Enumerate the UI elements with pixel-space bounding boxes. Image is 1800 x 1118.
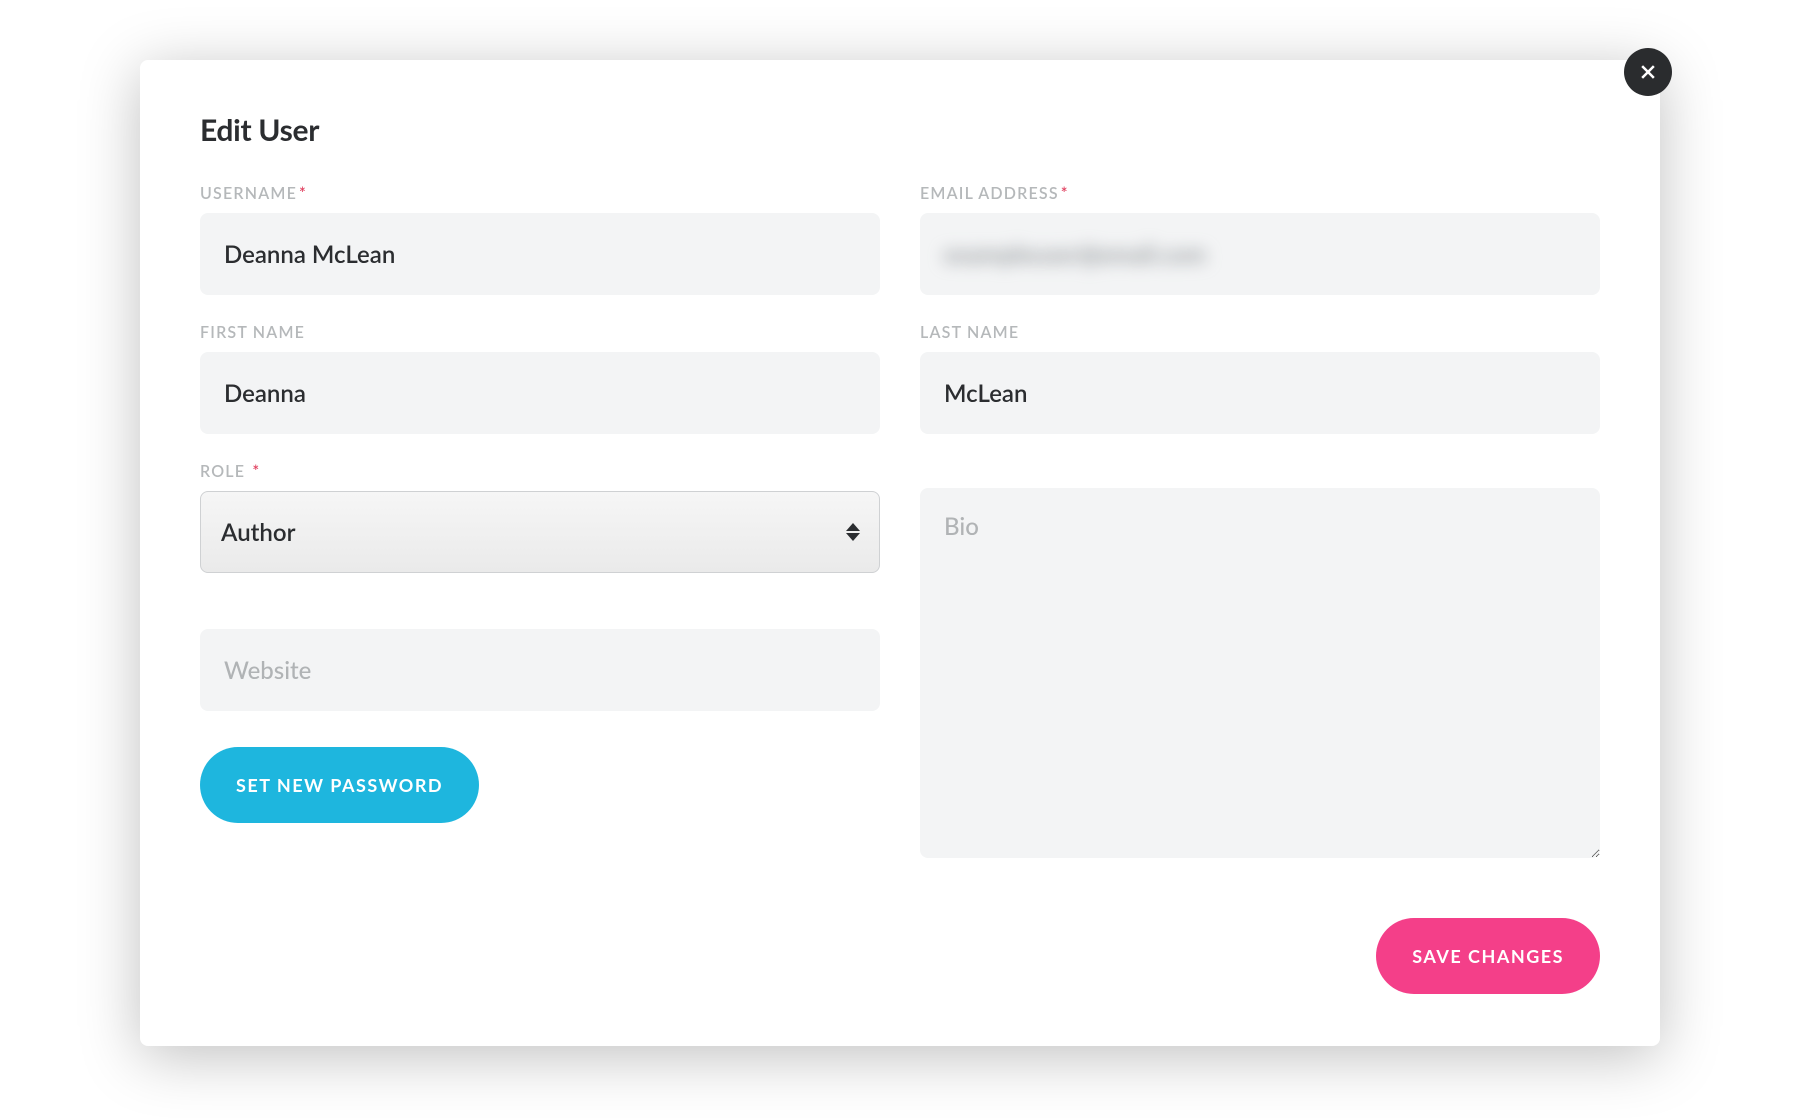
bio-group: [920, 462, 1600, 862]
password-row: SET NEW PASSWORD: [200, 747, 880, 823]
website-input[interactable]: [200, 629, 880, 711]
first-name-label: FIRST NAME: [200, 323, 880, 342]
website-group: [200, 629, 880, 711]
username-group: USERNAME*: [200, 184, 880, 295]
save-changes-button[interactable]: SAVE CHANGES: [1376, 918, 1600, 994]
label-text: USERNAME: [200, 184, 297, 203]
role-select[interactable]: Author: [200, 491, 880, 573]
email-label: EMAIL ADDRESS*: [920, 184, 1600, 203]
label-text: EMAIL ADDRESS: [920, 184, 1059, 203]
username-label: USERNAME*: [200, 184, 880, 203]
role-label: ROLE *: [200, 462, 880, 481]
set-password-button[interactable]: SET NEW PASSWORD: [200, 747, 479, 823]
label-text: ROLE: [200, 462, 245, 481]
required-marker: *: [252, 462, 260, 481]
required-marker: *: [1061, 184, 1069, 203]
form-left-column: USERNAME* FIRST NAME ROLE * Author: [200, 184, 880, 890]
last-name-label: LAST NAME: [920, 323, 1600, 342]
first-name-input[interactable]: [200, 352, 880, 434]
first-name-group: FIRST NAME: [200, 323, 880, 434]
username-input[interactable]: [200, 213, 880, 295]
required-marker: *: [299, 184, 307, 203]
bio-textarea[interactable]: [920, 488, 1600, 858]
modal-panel: Edit User USERNAME* FIRST NAME ROLE *: [140, 60, 1660, 1046]
email-input[interactable]: exampleuser@email.com: [920, 213, 1600, 295]
email-group: EMAIL ADDRESS* exampleuser@email.com: [920, 184, 1600, 295]
close-icon: [1638, 62, 1658, 82]
modal-title: Edit User: [200, 112, 1600, 148]
role-group: ROLE * Author: [200, 462, 880, 573]
last-name-group: LAST NAME: [920, 323, 1600, 434]
modal-footer: SAVE CHANGES: [200, 918, 1600, 994]
form-right-column: EMAIL ADDRESS* exampleuser@email.com LAS…: [920, 184, 1600, 890]
role-select-wrap: Author: [200, 491, 880, 573]
form-grid: USERNAME* FIRST NAME ROLE * Author: [200, 184, 1600, 890]
email-blurred-value: exampleuser@email.com: [944, 240, 1206, 269]
close-button[interactable]: [1624, 48, 1672, 96]
bio-label-spacer: [920, 462, 1600, 488]
last-name-input[interactable]: [920, 352, 1600, 434]
edit-user-modal: Edit User USERNAME* FIRST NAME ROLE *: [140, 60, 1660, 1046]
